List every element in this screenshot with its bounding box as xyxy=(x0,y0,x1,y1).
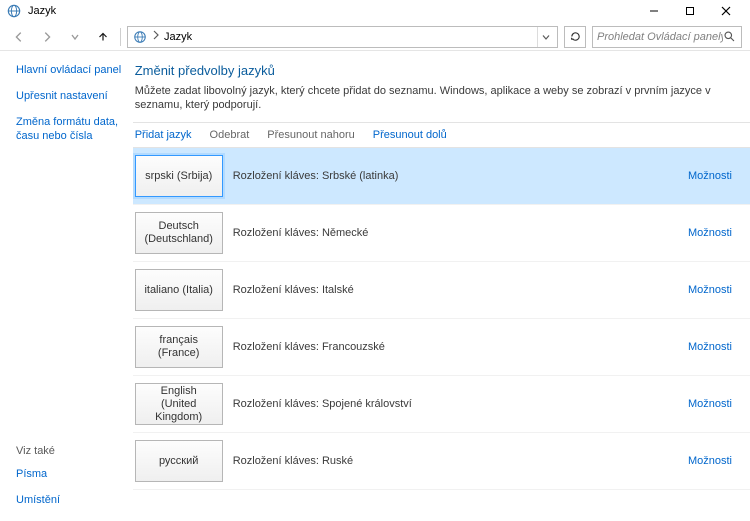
language-row[interactable]: Deutsch (Deutschland) Rozložení kláves: … xyxy=(133,205,750,262)
back-button[interactable] xyxy=(8,26,30,48)
language-tile[interactable]: srpski (Srbija) xyxy=(135,155,223,197)
address-dropdown[interactable] xyxy=(537,27,553,47)
keyboard-layout: Rozložení kláves: Srbské (latinka) xyxy=(233,170,688,182)
language-tile[interactable]: Deutsch (Deutschland) xyxy=(135,212,223,254)
language-row[interactable]: srpski (Srbija) Rozložení kláves: Srbské… xyxy=(133,148,750,205)
options-link[interactable]: Možnosti xyxy=(688,284,732,296)
separator xyxy=(120,28,121,46)
chevron-right-icon xyxy=(152,30,160,43)
language-toolbar: Přidat jazyk Odebrat Přesunout nahoru Př… xyxy=(133,122,750,148)
page-description: Můžete zadat libovolný jazyk, který chce… xyxy=(133,84,750,122)
options-link[interactable]: Možnosti xyxy=(688,227,732,239)
titlebar: Jazyk xyxy=(0,0,750,22)
close-button[interactable] xyxy=(708,0,744,22)
add-language-button[interactable]: Přidat jazyk xyxy=(135,129,192,141)
sidebar-item-advanced[interactable]: Upřesnit nastavení xyxy=(16,89,123,103)
globe-icon xyxy=(6,3,22,19)
language-row[interactable]: italiano (Italia) Rozložení kláves: Ital… xyxy=(133,262,750,319)
search-placeholder: Prohledat Ovládací panely xyxy=(597,31,723,43)
window-title: Jazyk xyxy=(28,5,56,17)
sidebar-item-home[interactable]: Hlavní ovládací panel xyxy=(16,63,123,77)
refresh-button[interactable] xyxy=(564,26,586,48)
keyboard-layout: Rozložení kláves: Německé xyxy=(233,227,688,239)
keyboard-layout: Rozložení kláves: Francouzské xyxy=(233,341,688,353)
globe-icon xyxy=(132,29,148,45)
sidebar-item-date-format[interactable]: Změna formátu data, času nebo čísla xyxy=(16,115,123,143)
language-tile[interactable]: English (United Kingdom) xyxy=(135,383,223,425)
sidebar: Hlavní ovládací panel Upřesnit nastavení… xyxy=(0,51,133,521)
language-row[interactable]: русский Rozložení kláves: Ruské Možnosti xyxy=(133,433,750,490)
move-down-button[interactable]: Přesunout dolů xyxy=(373,129,447,141)
keyboard-layout: Rozložení kláves: Spojené království xyxy=(233,398,688,410)
sidebar-item-location[interactable]: Umístění xyxy=(16,493,123,507)
maximize-button[interactable] xyxy=(672,0,708,22)
forward-button[interactable] xyxy=(36,26,58,48)
language-row[interactable]: English (United Kingdom) Rozložení kláve… xyxy=(133,376,750,433)
move-up-button[interactable]: Přesunout nahoru xyxy=(267,129,354,141)
main-content: Změnit předvolby jazyků Můžete zadat lib… xyxy=(133,51,750,521)
recent-locations-button[interactable] xyxy=(64,26,86,48)
options-link[interactable]: Možnosti xyxy=(688,170,732,182)
keyboard-layout: Rozložení kláves: Italské xyxy=(233,284,688,296)
search-icon xyxy=(723,30,737,44)
options-link[interactable]: Možnosti xyxy=(688,398,732,410)
options-link[interactable]: Možnosti xyxy=(688,455,732,467)
language-row[interactable]: français (France) Rozložení kláves: Fran… xyxy=(133,319,750,376)
language-tile[interactable]: italiano (Italia) xyxy=(135,269,223,311)
sidebar-item-fonts[interactable]: Písma xyxy=(16,467,123,481)
keyboard-layout: Rozložení kláves: Ruské xyxy=(233,455,688,467)
address-bar: Jazyk Prohledat Ovládací panely xyxy=(0,22,750,50)
search-input[interactable]: Prohledat Ovládací panely xyxy=(592,26,742,48)
breadcrumb[interactable]: Jazyk xyxy=(164,31,537,43)
see-also-heading: Viz také xyxy=(16,445,123,457)
language-tile[interactable]: français (France) xyxy=(135,326,223,368)
language-list: srpski (Srbija) Rozložení kláves: Srbské… xyxy=(133,148,750,521)
remove-language-button[interactable]: Odebrat xyxy=(210,129,250,141)
language-tile[interactable]: русский xyxy=(135,440,223,482)
up-button[interactable] xyxy=(92,26,114,48)
minimize-button[interactable] xyxy=(636,0,672,22)
address-box[interactable]: Jazyk xyxy=(127,26,558,48)
options-link[interactable]: Možnosti xyxy=(688,341,732,353)
page-title: Změnit předvolby jazyků xyxy=(133,51,750,84)
